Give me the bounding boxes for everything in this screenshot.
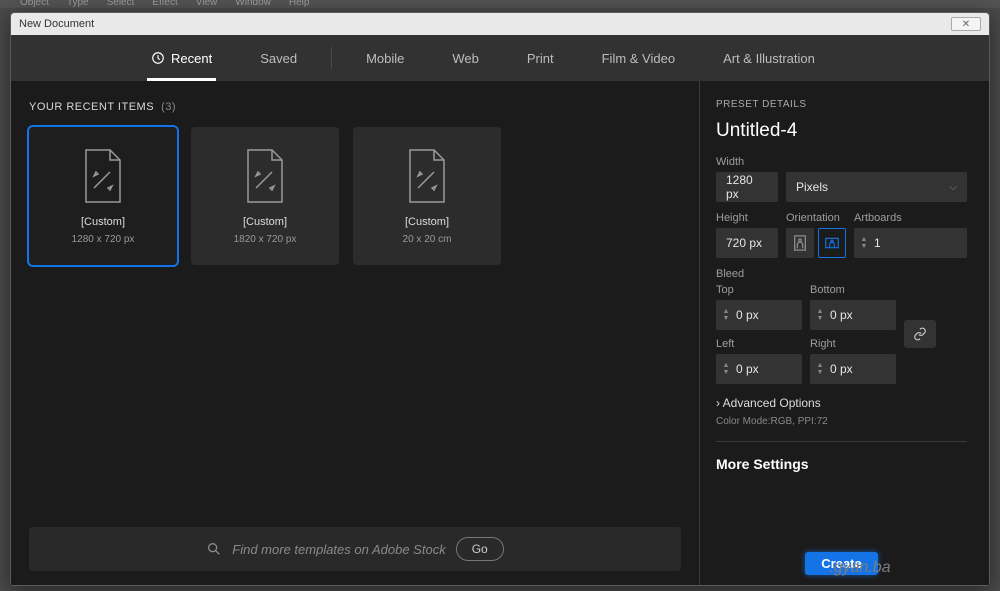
- tab-label: Mobile: [366, 51, 404, 66]
- tab-saved[interactable]: Saved: [260, 35, 297, 81]
- tab-label: Recent: [171, 51, 212, 66]
- recent-icon: [151, 51, 165, 65]
- units-value: Pixels: [796, 180, 828, 194]
- preset-dims: 1820 x 720 px: [234, 234, 297, 245]
- bleed-top-input[interactable]: ▲▼0 px: [716, 300, 802, 330]
- bleed-right-label: Right: [810, 338, 896, 350]
- stock-search-bar[interactable]: Find more templates on Adobe Stock Go: [29, 527, 681, 571]
- stepper-arrows-icon[interactable]: ▲▼: [854, 236, 870, 250]
- chevron-right-icon: ›: [716, 396, 720, 410]
- chevron-down-icon: ⌵: [949, 182, 957, 193]
- preset-name: [Custom]: [405, 216, 449, 228]
- tab-label: Saved: [260, 51, 297, 66]
- stepper-arrows-icon[interactable]: ▲▼: [810, 308, 826, 322]
- units-select[interactable]: Pixels ⌵: [786, 172, 967, 202]
- dialog-titlebar: New Document ✕: [11, 13, 989, 35]
- height-input[interactable]: 720 px: [716, 228, 778, 258]
- preset-card[interactable]: [Custom] 1820 x 720 px: [191, 127, 339, 265]
- divider: [331, 47, 332, 69]
- width-value: 1280 px: [726, 173, 768, 201]
- panel-title: PRESET DETAILS: [716, 99, 967, 110]
- tab-web[interactable]: Web: [452, 35, 479, 81]
- preset-dims: 20 x 20 cm: [403, 234, 452, 245]
- bleed-left-value: 0 px: [732, 362, 767, 376]
- tab-label: Web: [452, 51, 479, 66]
- link-bleed-button[interactable]: [904, 320, 936, 348]
- preset-card[interactable]: [Custom] 20 x 20 cm: [353, 127, 501, 265]
- tab-recent[interactable]: Recent: [151, 35, 212, 81]
- more-settings-button[interactable]: More Settings: [716, 456, 967, 472]
- stepper-arrows-icon[interactable]: ▲▼: [810, 362, 826, 376]
- tab-art-illustration[interactable]: Art & Illustration: [723, 35, 815, 81]
- tab-mobile[interactable]: Mobile: [366, 35, 404, 81]
- section-title-text: YOUR RECENT ITEMS: [29, 101, 154, 113]
- bleed-label: Bleed: [716, 268, 967, 280]
- advanced-label: Advanced Options: [723, 396, 821, 410]
- create-label: Create: [821, 556, 861, 571]
- tab-film-video[interactable]: Film & Video: [602, 35, 675, 81]
- width-label: Width: [716, 156, 967, 168]
- go-button[interactable]: Go: [456, 537, 504, 561]
- recent-count: (3): [161, 101, 176, 113]
- orientation-portrait-button[interactable]: [786, 228, 814, 258]
- tab-label: Print: [527, 51, 554, 66]
- preset-dims: 1280 x 720 px: [72, 234, 135, 245]
- advanced-options-toggle[interactable]: › Advanced Options: [716, 396, 967, 410]
- category-tabs: Recent Saved Mobile Web Print Film & Vid…: [11, 35, 989, 81]
- orientation-label: Orientation: [786, 212, 846, 224]
- artboards-input[interactable]: ▲▼ 1: [854, 228, 967, 258]
- close-icon[interactable]: ✕: [951, 17, 981, 31]
- search-icon: [206, 541, 222, 557]
- artboards-value: 1: [870, 236, 889, 250]
- width-input[interactable]: 1280 px: [716, 172, 778, 202]
- document-name-input[interactable]: Untitled-4: [716, 120, 967, 142]
- preset-name: [Custom]: [81, 216, 125, 228]
- search-placeholder: Find more templates on Adobe Stock: [232, 542, 445, 557]
- bleed-right-value: 0 px: [826, 362, 861, 376]
- go-label: Go: [472, 542, 488, 556]
- recent-items-heading: YOUR RECENT ITEMS (3): [29, 101, 681, 113]
- preset-grid: [Custom] 1280 x 720 px [Custom] 1820 x 7…: [29, 127, 681, 265]
- app-menubar: ObjectTypeSelectEffectViewWindowHelp: [0, 0, 1000, 8]
- preset-card[interactable]: [Custom] 1280 x 720 px: [29, 127, 177, 265]
- orientation-landscape-button[interactable]: [818, 228, 846, 258]
- bleed-top-label: Top: [716, 284, 802, 296]
- bleed-left-input[interactable]: ▲▼0 px: [716, 354, 802, 384]
- bleed-left-label: Left: [716, 338, 802, 350]
- bleed-bottom-value: 0 px: [826, 308, 861, 322]
- height-value: 720 px: [726, 236, 762, 250]
- tab-label: Film & Video: [602, 51, 675, 66]
- preset-details-panel: PRESET DETAILS Untitled-4 Width 1280 px …: [699, 81, 989, 585]
- bleed-bottom-input[interactable]: ▲▼0 px: [810, 300, 896, 330]
- divider: [716, 441, 967, 442]
- dialog-title: New Document: [19, 18, 94, 30]
- preset-name: [Custom]: [243, 216, 287, 228]
- create-button[interactable]: Create: [805, 552, 877, 575]
- stepper-arrows-icon[interactable]: ▲▼: [716, 308, 732, 322]
- height-label: Height: [716, 212, 778, 224]
- stepper-arrows-icon[interactable]: ▲▼: [716, 362, 732, 376]
- tab-print[interactable]: Print: [527, 35, 554, 81]
- document-icon: [404, 148, 450, 204]
- bleed-top-value: 0 px: [732, 308, 767, 322]
- document-icon: [242, 148, 288, 204]
- link-icon: [913, 327, 927, 341]
- tab-label: Art & Illustration: [723, 51, 815, 66]
- bleed-bottom-label: Bottom: [810, 284, 896, 296]
- bleed-right-input[interactable]: ▲▼0 px: [810, 354, 896, 384]
- artboards-label: Artboards: [854, 212, 967, 224]
- new-document-dialog: New Document ✕ Recent Saved Mobile Web P…: [10, 12, 990, 586]
- color-mode-info: Color Mode:RGB, PPI:72: [716, 416, 967, 427]
- document-icon: [80, 148, 126, 204]
